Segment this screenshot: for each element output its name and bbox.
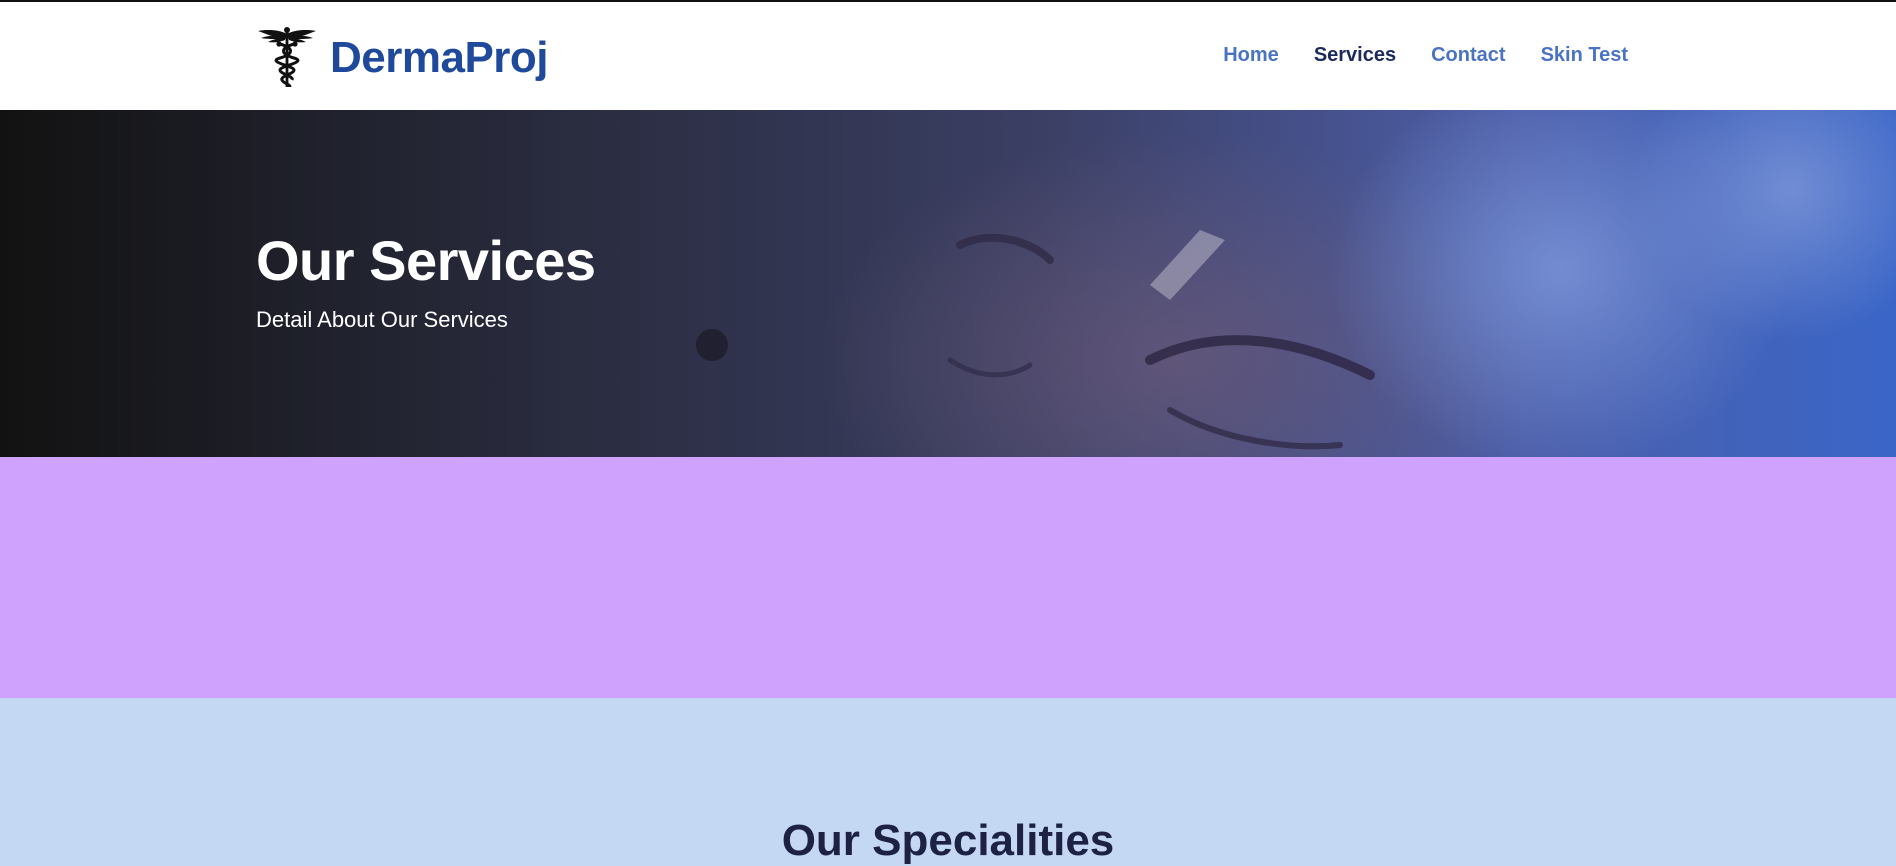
- page-title: Our Services: [256, 229, 596, 292]
- brand-logo-link[interactable]: DermaProj: [256, 26, 549, 90]
- main-navigation: Home Services Contact Skin Test: [1223, 44, 1628, 67]
- nav-link-skin-test[interactable]: Skin Test: [1541, 44, 1628, 67]
- caduceus-icon: [258, 27, 316, 88]
- brand-name: DermaProj: [330, 33, 549, 82]
- site-header: DermaProj Home Services Contact Skin Tes…: [0, 2, 1896, 110]
- nav-link-contact[interactable]: Contact: [1431, 44, 1505, 67]
- specialities-section: Our Specialities: [0, 698, 1896, 866]
- specialities-heading: Our Specialities: [781, 816, 1115, 865]
- nav-link-services[interactable]: Services: [1314, 44, 1396, 67]
- nav-link-home[interactable]: Home: [1223, 44, 1279, 67]
- purple-band-section: [0, 457, 1896, 698]
- hero-banner: Our Services Detail About Our Services: [0, 110, 1896, 457]
- hero-subtitle: Detail About Our Services: [256, 307, 508, 332]
